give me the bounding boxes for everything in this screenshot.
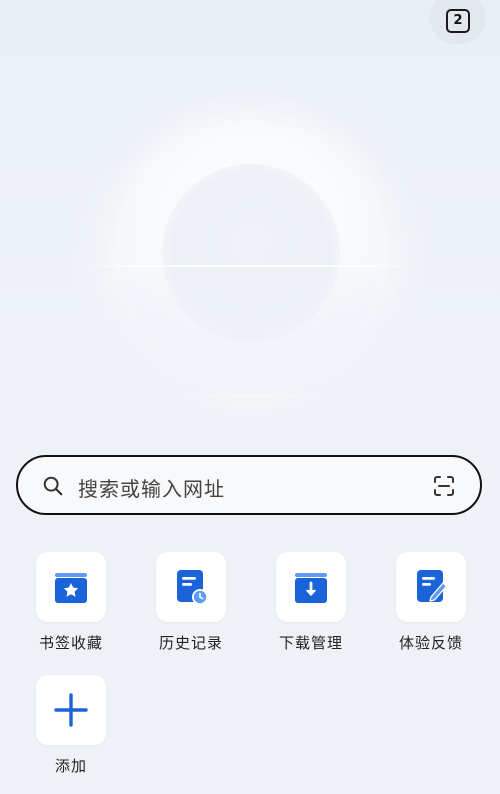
shortcut-tile[interactable] [156, 552, 226, 622]
scan-icon[interactable] [432, 474, 456, 498]
hero-ring-decoration [110, 112, 392, 394]
tab-count: 2 [446, 9, 470, 33]
shortcut-history[interactable]: 历史记录 [141, 552, 241, 653]
shortcut-label: 书签收藏 [38, 634, 103, 652]
search-input[interactable]: 搜索或输入网址 [78, 473, 225, 502]
shortcut-label: 体验反馈 [398, 634, 463, 652]
shortcut-bookmarks[interactable]: 书签收藏 [21, 552, 121, 653]
shortcut-tile[interactable] [36, 675, 106, 745]
shortcut-downloads[interactable]: 下载管理 [261, 552, 361, 653]
bookmark-star-icon [55, 573, 87, 603]
history-icon [177, 570, 208, 605]
shortcut-tile[interactable] [276, 552, 346, 622]
shortcut-tile[interactable] [396, 552, 466, 622]
shortcut-label: 历史记录 [158, 634, 223, 652]
shortcut-feedback[interactable]: 体验反馈 [381, 552, 481, 653]
shortcut-tile[interactable] [36, 552, 106, 622]
tab-switcher-button[interactable]: 2 [430, 0, 486, 44]
plus-icon [54, 693, 88, 727]
search-icon [43, 476, 63, 496]
search-bar[interactable]: 搜索或输入网址 [16, 455, 482, 515]
shortcut-add[interactable]: 添加 [21, 675, 121, 776]
feedback-icon [417, 570, 448, 602]
horizon-line [70, 265, 430, 267]
download-icon [295, 573, 327, 603]
ring-fade [110, 264, 392, 394]
shortcut-label: 下载管理 [278, 634, 343, 652]
shortcut-label: 添加 [54, 757, 87, 775]
